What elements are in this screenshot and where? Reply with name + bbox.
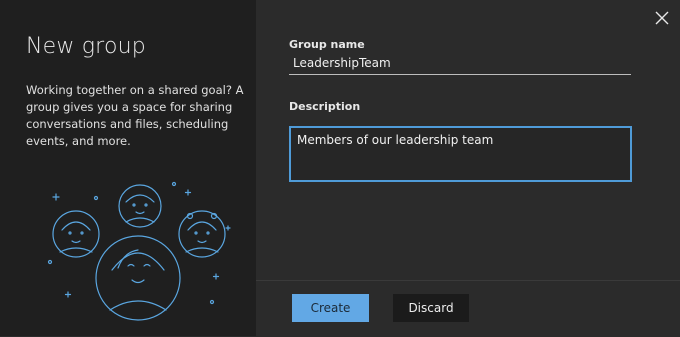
close-button[interactable]	[650, 6, 674, 30]
dialog-description: Working together on a shared goal? A gro…	[26, 83, 244, 148]
dialog-title: New group	[26, 34, 146, 59]
dialog-footer: Create Discard	[256, 280, 680, 337]
discard-button[interactable]: Discard	[393, 294, 469, 322]
close-icon	[655, 11, 669, 25]
create-button[interactable]: Create	[292, 294, 369, 322]
form-panel: Group name Description Members of our le…	[256, 0, 680, 337]
description-input[interactable]: Members of our leadership team	[289, 126, 632, 182]
info-panel: New group Working together on a shared g…	[0, 0, 256, 336]
people-group-illustration	[47, 181, 231, 321]
group-name-input[interactable]	[289, 52, 631, 75]
group-name-label: Group name	[289, 38, 365, 51]
description-label: Description	[289, 100, 361, 113]
